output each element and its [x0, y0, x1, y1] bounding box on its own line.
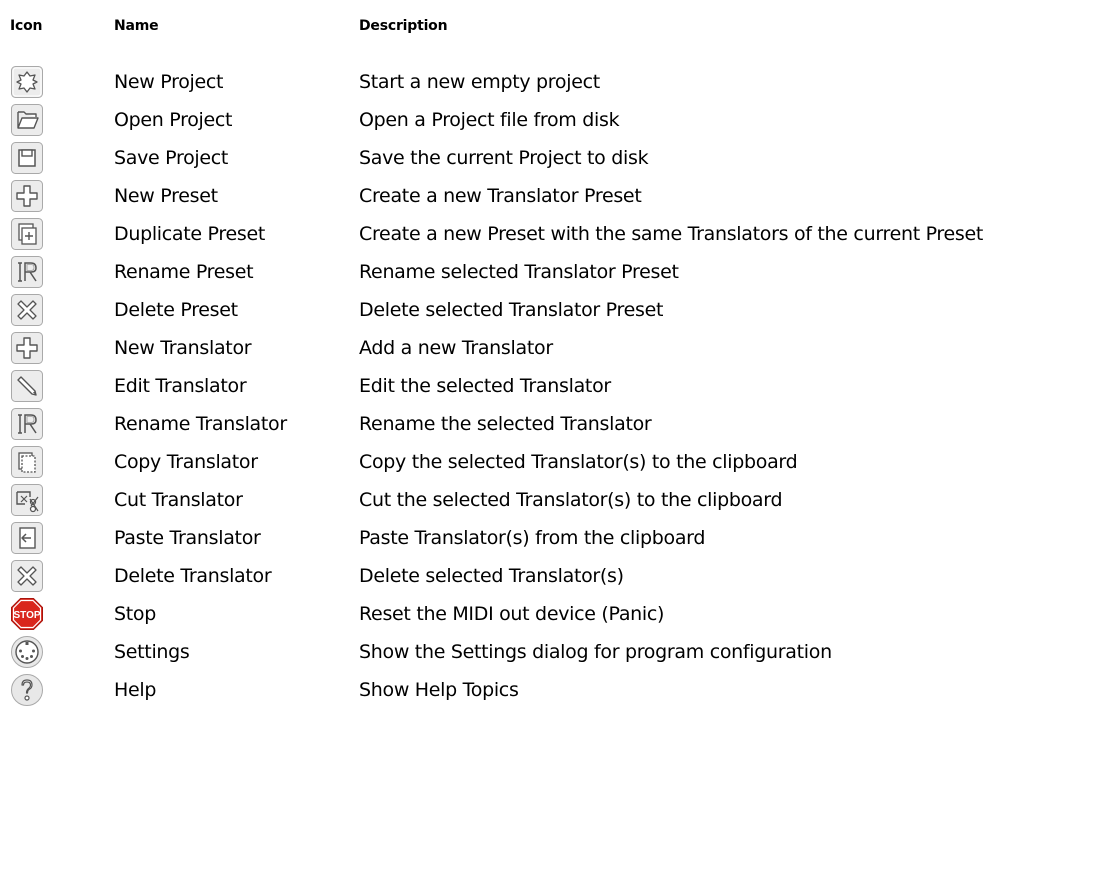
row-name: Rename Preset — [114, 261, 254, 283]
table-row: Delete Preset Delete selected Translator… — [0, 291, 1098, 329]
row-name: Settings — [114, 641, 190, 663]
row-description: Add a new Translator — [359, 337, 553, 359]
row-name: Stop — [114, 603, 156, 625]
table-row: Open Project Open a Project file from di… — [0, 101, 1098, 139]
table-row: Delete Translator Delete selected Transl… — [0, 557, 1098, 595]
row-description: Show the Settings dialog for program con… — [359, 641, 832, 663]
table-row: Rename Translator Rename the selected Tr… — [0, 405, 1098, 443]
table-row: New Project Start a new empty project — [0, 63, 1098, 101]
row-description: Rename the selected Translator — [359, 413, 652, 435]
table-row: Paste Translator Paste Translator(s) fro… — [0, 519, 1098, 557]
plus-icon — [10, 331, 44, 365]
cut-scissors-icon — [10, 483, 44, 517]
row-name: Edit Translator — [114, 375, 247, 397]
row-name: Duplicate Preset — [114, 223, 266, 245]
table-row: New Translator Add a new Translator — [0, 329, 1098, 367]
row-name: Save Project — [114, 147, 229, 169]
copy-icon — [10, 445, 44, 479]
paste-icon — [10, 521, 44, 555]
save-disk-icon — [10, 141, 44, 175]
table-row: Settings Show the Settings dialog for pr… — [0, 633, 1098, 671]
row-description: Create a new Translator Preset — [359, 185, 642, 207]
row-name: Delete Preset — [114, 299, 238, 321]
open-folder-icon — [10, 103, 44, 137]
row-description: Rename selected Translator Preset — [359, 261, 679, 283]
rename-icon — [10, 255, 44, 289]
stop-sign-label: STOP — [13, 610, 40, 621]
table-row: Cut Translator Cut the selected Translat… — [0, 481, 1098, 519]
table-row: New Preset Create a new Translator Prese… — [0, 177, 1098, 215]
row-description: Cut the selected Translator(s) to the cl… — [359, 489, 783, 511]
row-name: Open Project — [114, 109, 233, 131]
row-description: Create a new Preset with the same Transl… — [359, 223, 984, 245]
table-row: Edit Translator Edit the selected Transl… — [0, 367, 1098, 405]
row-name: New Translator — [114, 337, 252, 359]
row-name: Copy Translator — [114, 451, 258, 473]
row-description: Delete selected Translator(s) — [359, 565, 624, 587]
row-description: Delete selected Translator Preset — [359, 299, 664, 321]
row-name: New Project — [114, 71, 224, 93]
row-description: Reset the MIDI out device (Panic) — [359, 603, 665, 625]
rename-icon — [10, 407, 44, 441]
row-description: Copy the selected Translator(s) to the c… — [359, 451, 798, 473]
row-description: Edit the selected Translator — [359, 375, 611, 397]
row-description: Paste Translator(s) from the clipboard — [359, 527, 706, 549]
row-description: Start a new empty project — [359, 71, 600, 93]
stop-sign-icon: STOP — [10, 597, 44, 631]
table-row: Save Project Save the current Project to… — [0, 139, 1098, 177]
row-name: Cut Translator — [114, 489, 243, 511]
row-name: New Preset — [114, 185, 218, 207]
header-name: Name — [114, 18, 159, 34]
duplicate-icon — [10, 217, 44, 251]
table-header: Icon Name Description — [0, 14, 1098, 38]
plus-icon — [10, 179, 44, 213]
row-name: Help — [114, 679, 157, 701]
row-name: Delete Translator — [114, 565, 272, 587]
row-description: Open a Project file from disk — [359, 109, 620, 131]
table-row: Copy Translator Copy the selected Transl… — [0, 443, 1098, 481]
delete-x-icon — [10, 293, 44, 327]
row-description: Save the current Project to disk — [359, 147, 649, 169]
help-question-icon — [10, 673, 44, 707]
midi-connector-icon — [10, 635, 44, 669]
pencil-icon — [10, 369, 44, 403]
new-project-icon — [10, 65, 44, 99]
row-name: Paste Translator — [114, 527, 261, 549]
delete-x-icon — [10, 559, 44, 593]
header-description: Description — [359, 18, 448, 34]
table-row: Rename Preset Rename selected Translator… — [0, 253, 1098, 291]
table-row: Help Show Help Topics — [0, 671, 1098, 709]
table-row: STOP Stop Reset the MIDI out device (Pan… — [0, 595, 1098, 633]
header-icon: Icon — [10, 18, 43, 34]
row-description: Show Help Topics — [359, 679, 519, 701]
table-row: Duplicate Preset Create a new Preset wit… — [0, 215, 1098, 253]
row-name: Rename Translator — [114, 413, 287, 435]
